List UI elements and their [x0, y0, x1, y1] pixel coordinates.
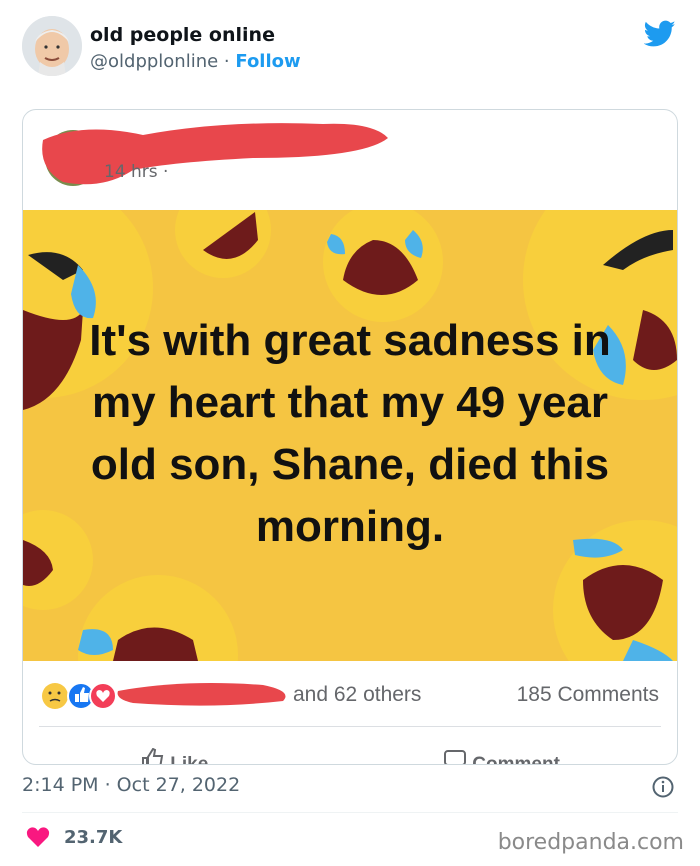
- watermark: boredpanda.com: [497, 830, 684, 855]
- reactions-count-text[interactable]: and 62 others: [293, 683, 421, 707]
- author-handle-row: @oldpplonline · Follow: [90, 51, 301, 72]
- comments-count[interactable]: 185 Comments: [517, 683, 659, 707]
- like-action[interactable]: Like: [141, 747, 209, 765]
- heart-icon: [26, 827, 50, 847]
- comment-icon: [443, 750, 472, 764]
- comment-label: Comment: [472, 754, 560, 765]
- follow-button[interactable]: Follow: [235, 51, 300, 72]
- post-image[interactable]: It's with great sadness in my heart that…: [23, 210, 677, 661]
- comment-action[interactable]: Comment: [443, 748, 560, 765]
- redaction-mark: [42, 123, 389, 186]
- author-handle[interactable]: @oldpplonline: [90, 51, 218, 72]
- like-count: 23.7K: [64, 826, 123, 848]
- twitter-bird-icon[interactable]: [644, 20, 676, 48]
- post-image-text: It's with great sadness in my heart that…: [89, 316, 611, 551]
- actions-divider: [39, 726, 661, 727]
- embedded-post-card[interactable]: It's with great sadness in my heart that…: [22, 109, 678, 765]
- post-time: 14 hrs ·: [104, 162, 169, 182]
- thumbs-up-icon: [141, 747, 170, 764]
- handle-separator: ·: [218, 51, 236, 72]
- tweet-timestamp[interactable]: 2:14 PM · Oct 27, 2022: [22, 774, 240, 796]
- author-name[interactable]: old people online: [90, 24, 275, 46]
- post-header: [23, 110, 677, 210]
- author-avatar[interactable]: [22, 16, 82, 76]
- like-label: Like: [170, 754, 209, 765]
- info-icon[interactable]: [652, 776, 674, 798]
- like-stat[interactable]: 23.7K: [26, 826, 122, 848]
- footer-divider: [22, 812, 678, 813]
- reactions-bar[interactable]: and 62 others 185 Comments: [23, 661, 677, 727]
- reaction-icons: [42, 682, 286, 710]
